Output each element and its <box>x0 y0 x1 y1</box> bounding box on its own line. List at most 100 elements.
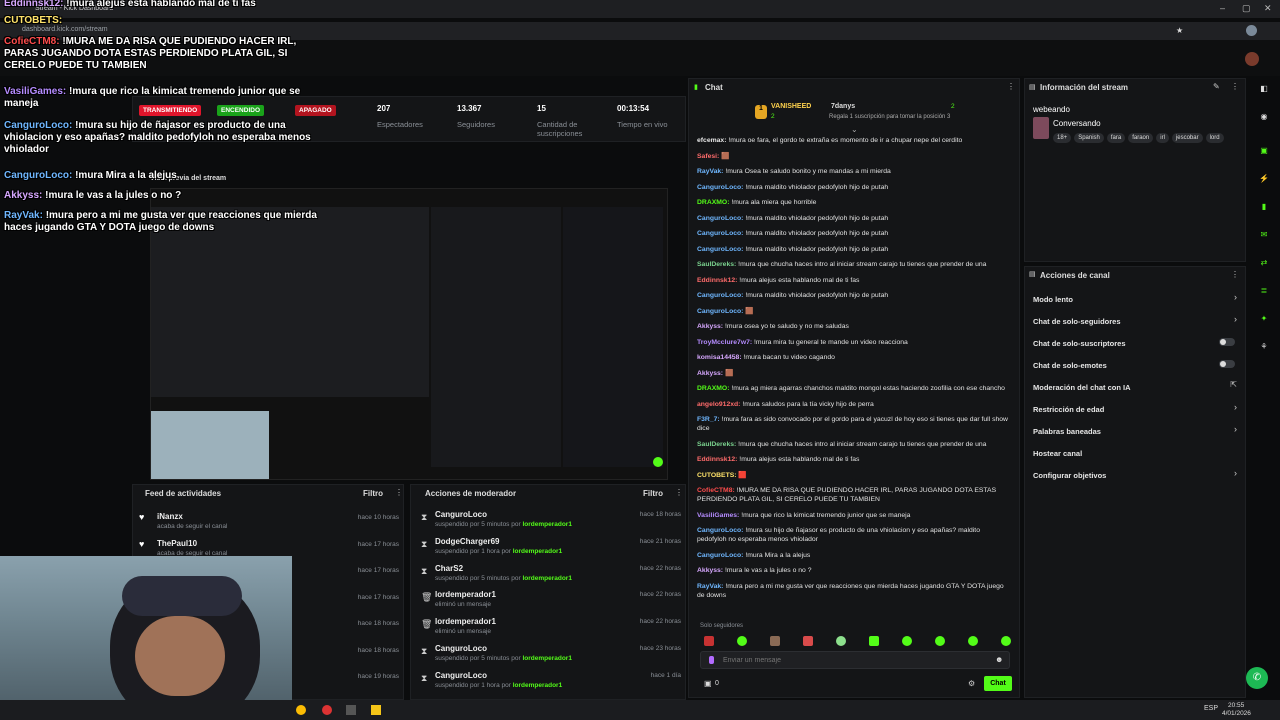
bookmark-star-icon[interactable]: ★ <box>1176 26 1183 35</box>
channel-action-item[interactable]: Configurar objetivos › <box>1025 467 1245 485</box>
chat-username[interactable]: CanguroLoco: <box>697 292 743 299</box>
maximize-icon[interactable]: ▢ <box>1242 3 1251 14</box>
chat-username[interactable]: CanguroLoco: <box>697 246 743 253</box>
chat-username[interactable]: F3R_7: <box>697 416 720 423</box>
mod-more-icon[interactable]: ⋮ <box>675 488 683 497</box>
emote-icon[interactable] <box>902 636 912 646</box>
channel-action-item[interactable]: Hostear canal <box>1025 445 1245 463</box>
channel-action-item[interactable]: Restricción de edad › <box>1025 401 1245 419</box>
chevron-right-icon[interactable]: › <box>1234 468 1237 478</box>
chat-username[interactable]: Eddinnsk12: <box>697 456 737 463</box>
mod-action-user[interactable]: lordemperador1 <box>435 617 496 626</box>
rail-icon[interactable]: ⇄ <box>1256 258 1272 272</box>
feed-item-name[interactable]: ThePaul10 <box>157 539 197 548</box>
rail-icon[interactable]: ▮ <box>1256 202 1272 216</box>
chat-username[interactable]: SaulDereks: <box>697 261 736 268</box>
feed-item-name[interactable]: iNanzx <box>157 512 183 521</box>
chat-username[interactable]: angelo912xd: <box>697 401 740 408</box>
emote-icon[interactable] <box>704 636 714 646</box>
feed-more-icon[interactable]: ⋮ <box>395 488 403 497</box>
lang-indicator[interactable]: ESP <box>1204 705 1218 712</box>
user-avatar[interactable] <box>1245 52 1259 66</box>
support-chat-icon[interactable]: ✆ <box>1246 667 1268 689</box>
chat-username[interactable]: RayVak: <box>697 168 723 175</box>
chat-username[interactable]: DRAXMO: <box>697 199 729 206</box>
close-icon[interactable]: ✕ <box>1264 3 1272 14</box>
chevron-right-icon[interactable]: › <box>1234 292 1237 302</box>
chat-username[interactable]: SaulDereks: <box>697 441 736 448</box>
mod-action-item[interactable]: 🗑 lordemperador1 eliminó un mensaje hace 2… <box>419 587 689 613</box>
chevron-right-icon[interactable]: › <box>1234 314 1237 324</box>
emote-icon[interactable] <box>803 636 813 646</box>
profile-avatar[interactable] <box>1246 25 1257 36</box>
chat-username[interactable]: Akkyss: <box>697 323 723 330</box>
rail-icon[interactable]: ⚘ <box>1256 342 1272 356</box>
rail-icon[interactable]: ⚡ <box>1256 174 1272 188</box>
emote-icon[interactable] <box>737 636 747 646</box>
feed-filter-button[interactable]: Filtro <box>363 489 383 498</box>
mod-action-item[interactable]: 🗑 lordemperador1 eliminó un mensaje hace 2… <box>419 614 689 640</box>
mod-action-user[interactable]: lordemperador1 <box>435 590 496 599</box>
chat-username[interactable]: CanguroLoco: <box>697 527 743 534</box>
chat-username[interactable]: Akkyss: <box>697 567 723 574</box>
mod-action-item[interactable]: ⧗ CanguroLoco suspendido por 5 minutos por… <box>419 507 689 533</box>
channel-action-item[interactable]: Moderación del chat con IA ⇱ <box>1025 379 1245 397</box>
mod-action-item[interactable]: ⧗ DodgeCharger69 suspendido por 1 hora por… <box>419 534 689 560</box>
chat-username[interactable]: CUTOBETS: <box>697 472 737 479</box>
mod-action-user[interactable]: CharS2 <box>435 564 463 573</box>
mod-action-item[interactable]: ⧗ CanguroLoco suspendido por 5 minutos por… <box>419 641 689 667</box>
mod-action-user[interactable]: DodgeCharger69 <box>435 537 499 546</box>
emoji-icon[interactable]: ☻ <box>995 655 1003 664</box>
rail-icon[interactable]: ◧ <box>1256 84 1272 98</box>
chat-username[interactable]: Akkyss: <box>697 370 723 377</box>
toggle-switch[interactable] <box>1219 360 1235 368</box>
emote-icon[interactable] <box>935 636 945 646</box>
chat-username[interactable]: efcemax: <box>697 137 726 144</box>
rail-icon[interactable]: ✉ <box>1256 230 1272 244</box>
mod-action-by[interactable]: lordemperador1 <box>522 655 572 662</box>
chat-input[interactable] <box>723 654 983 666</box>
mod-action-user[interactable]: CanguroLoco <box>435 644 487 653</box>
channel-action-item[interactable]: Chat de solo-suscriptores <box>1025 335 1245 353</box>
chat-username[interactable]: CofieCTM8: <box>697 487 735 494</box>
chat-username[interactable]: Safesi: <box>697 153 719 160</box>
chat-input-box[interactable]: ☻ <box>700 651 1010 669</box>
channel-action-item[interactable]: Chat de solo-emotes <box>1025 357 1245 375</box>
chat-username[interactable]: CanguroLoco: <box>697 552 743 559</box>
mod-action-by[interactable]: lordemperador1 <box>513 548 563 555</box>
toggle-switch[interactable] <box>1219 338 1235 346</box>
obs-taskbar-icon[interactable] <box>322 705 332 715</box>
mod-action-item[interactable]: ⧗ CanguroLoco suspendido por 1 hora por lo… <box>419 668 689 694</box>
collapse-icon[interactable]: ⌄ <box>851 125 858 134</box>
chrome-taskbar-icon[interactable] <box>296 705 306 715</box>
rail-icon[interactable]: ✦ <box>1256 314 1272 328</box>
emote-icon[interactable] <box>1001 636 1011 646</box>
minimize-icon[interactable]: – <box>1220 3 1225 13</box>
channel-action-item[interactable]: Palabras baneadas › <box>1025 423 1245 441</box>
emote-icon[interactable] <box>869 636 879 646</box>
chat-username[interactable]: CanguroLoco: <box>697 184 743 191</box>
mod-action-item[interactable]: ⧗ CharS2 suspendido por 5 minutos por lord… <box>419 561 689 587</box>
rail-icon[interactable]: ≣ <box>1256 286 1272 300</box>
chat-username[interactable]: TroyMcclure7w7: <box>697 339 752 346</box>
chat-username[interactable]: CanguroLoco: <box>697 230 743 237</box>
points-icon[interactable]: ▣ <box>704 679 712 688</box>
mod-action-by[interactable]: lordemperador1 <box>513 682 563 689</box>
chat-username[interactable]: komisa14458: <box>697 354 742 361</box>
rail-icon[interactable]: ◉ <box>1256 112 1272 126</box>
mod-action-by[interactable]: lordemperador1 <box>522 575 572 582</box>
mod-action-user[interactable]: CanguroLoco <box>435 671 487 680</box>
mod-action-by[interactable]: lordemperador1 <box>522 521 572 528</box>
chat-username[interactable]: CanguroLoco: <box>697 215 743 222</box>
chevron-right-icon[interactable]: › <box>1234 402 1237 412</box>
channel-action-item[interactable]: Chat de solo-seguidores › <box>1025 313 1245 331</box>
stream-info-more-icon[interactable]: ⋮ <box>1231 82 1239 91</box>
chat-username[interactable]: RayVak: <box>697 583 723 590</box>
chat-username[interactable]: CanguroLoco: <box>697 308 743 315</box>
folder-taskbar-icon[interactable] <box>371 705 381 715</box>
channel-actions-more-icon[interactable]: ⋮ <box>1231 270 1239 279</box>
chat-send-button[interactable]: Chat <box>984 676 1012 691</box>
feed-item[interactable]: ♥ iNanzx acaba de seguir el canal hace 10 h… <box>137 509 407 535</box>
chat-username[interactable]: Eddinnsk12: <box>697 277 737 284</box>
external-link-icon[interactable]: ⇱ <box>1230 380 1237 389</box>
